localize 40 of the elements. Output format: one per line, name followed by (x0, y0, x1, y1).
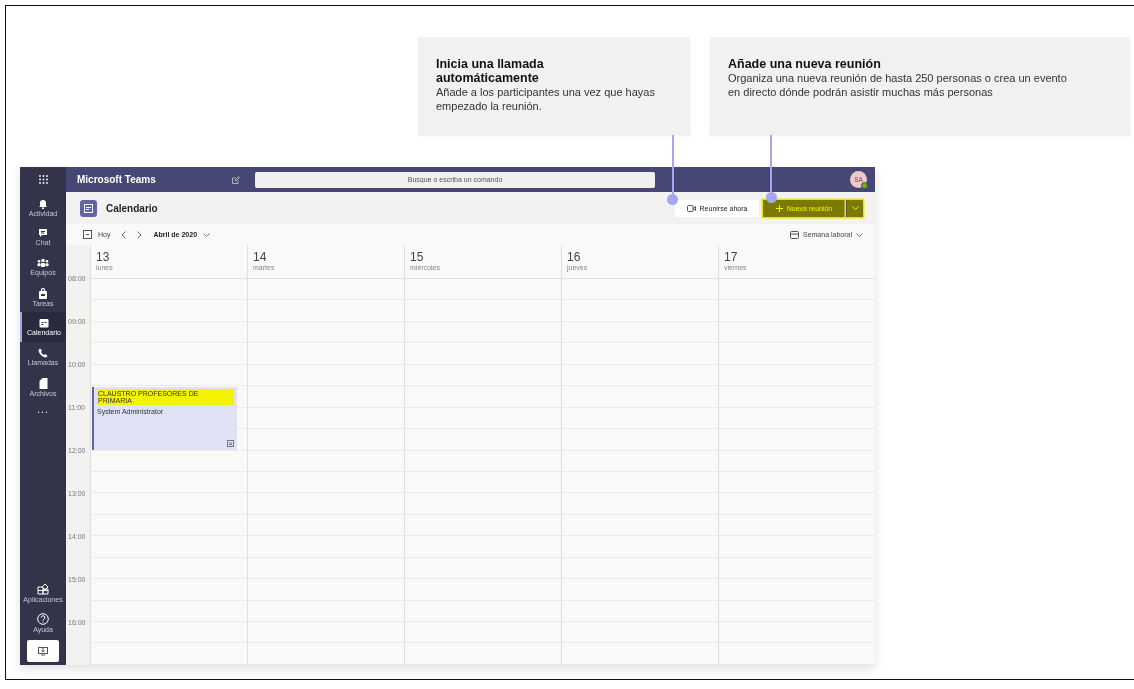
day-number: 14 (253, 250, 268, 264)
app-launcher-icon[interactable] (38, 175, 48, 184)
marker-dot (766, 192, 777, 203)
chat-icon (38, 228, 48, 238)
callout-text: Organiza una nueva reunión de hasta 250 personas o crea un evento en directo dónde podrán asistir muchas más personas (728, 71, 1068, 99)
day-number: 13 (96, 250, 111, 264)
page-title: Calendario (106, 202, 158, 214)
callout-title: Inicia una llamada automáticamente (436, 57, 545, 85)
chevron-down-icon (856, 232, 863, 237)
callout-title: Añade una nueva reunión (728, 57, 882, 71)
plus-icon (775, 204, 783, 212)
calendar-icon (227, 440, 234, 447)
chevron-right-icon[interactable] (137, 230, 143, 239)
bell-icon (38, 197, 48, 209)
day-number: 17 (724, 250, 739, 264)
marker-dot (667, 194, 678, 205)
bag-icon (38, 287, 48, 299)
apps-icon (37, 583, 49, 595)
chevron-down-icon (203, 232, 211, 237)
calendar-app-icon (80, 199, 97, 217)
calendar-today-icon (83, 230, 92, 239)
leader-line (770, 135, 772, 195)
download-icon (38, 646, 48, 656)
download-button[interactable] (27, 640, 59, 662)
chevron-left-icon[interactable] (121, 230, 127, 239)
chevron-down-icon (851, 206, 859, 210)
file-icon (38, 377, 48, 389)
day-number: 15 (410, 250, 425, 264)
team-icon (37, 258, 49, 268)
callout-text: Añade a los participantes una vez que hayas empezado la reunión. (436, 85, 656, 113)
calendar-icon (39, 318, 49, 328)
dropdown-button[interactable] (846, 199, 863, 217)
video-camera-icon (686, 204, 696, 212)
help-icon (37, 613, 49, 625)
calendar-view-icon (789, 230, 799, 239)
day-number: 16 (567, 250, 582, 264)
phone-icon (38, 348, 48, 358)
more-apps-button[interactable]: ... (37, 404, 49, 415)
app-title: Microsoft Teams (77, 174, 157, 185)
compose-icon[interactable] (232, 175, 240, 184)
